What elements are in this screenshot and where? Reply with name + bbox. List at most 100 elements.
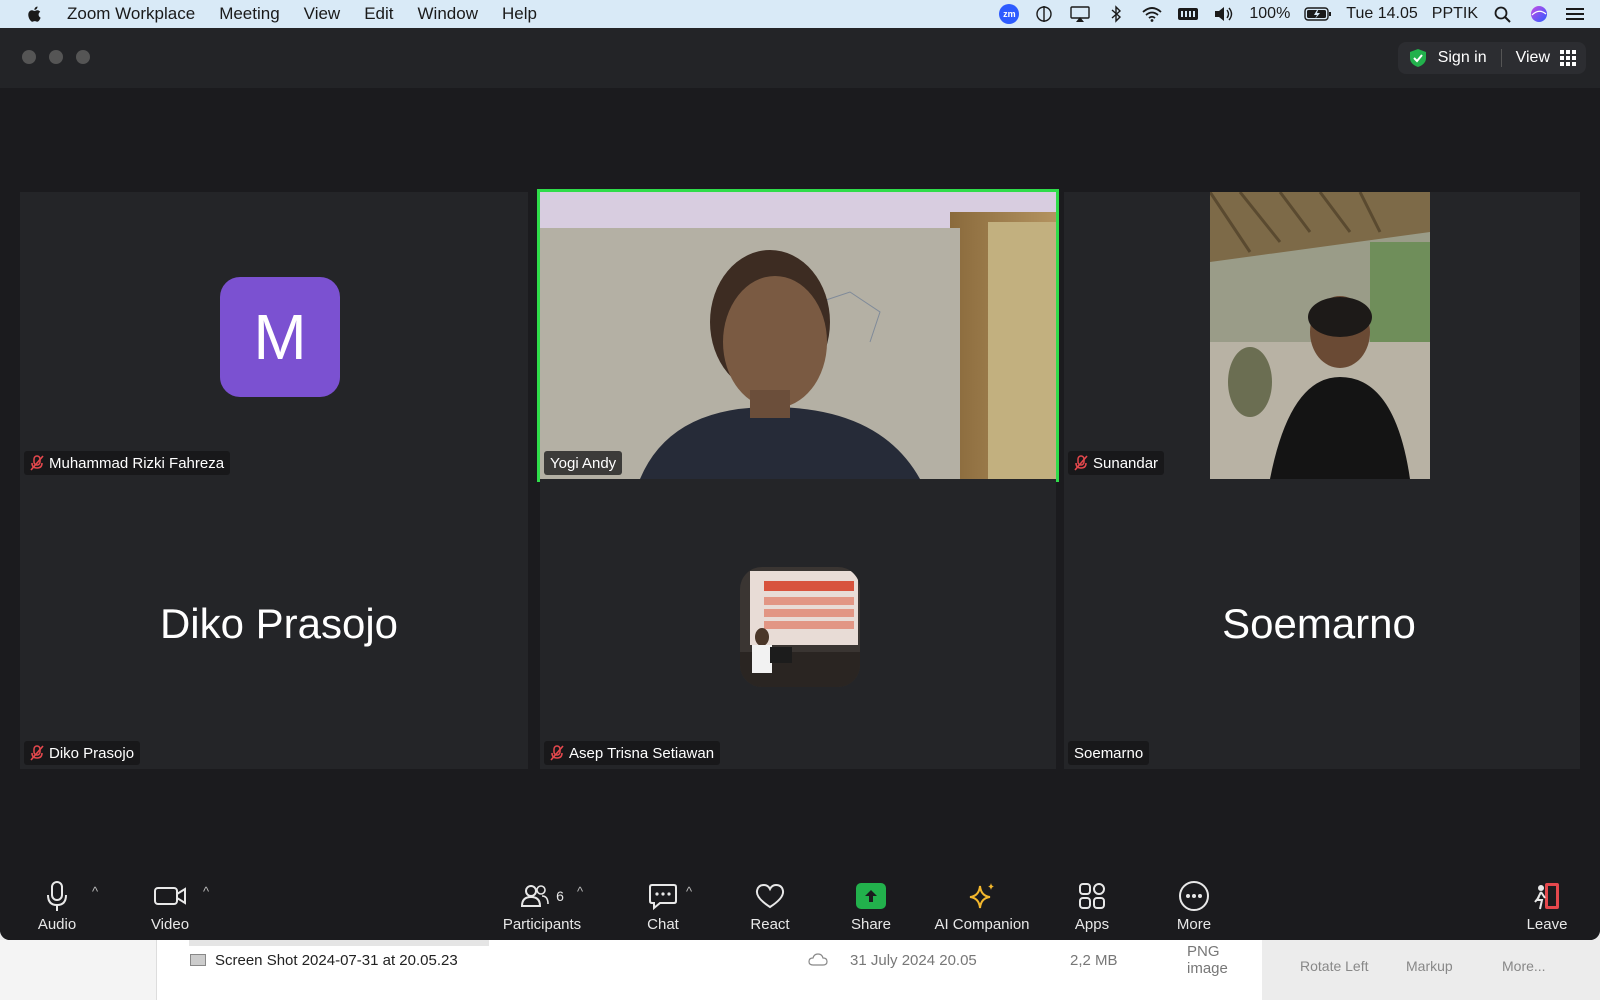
volume-icon[interactable] [1213,5,1235,23]
window-titlebar: Sign in View [0,28,1600,88]
menu-view[interactable]: View [304,4,341,24]
avatar: M [220,277,340,397]
markup-button[interactable]: Markup [1406,958,1453,974]
chat-button[interactable]: Chat [640,878,686,940]
finder-file-row-partial [190,972,1260,1000]
participants-icon [521,885,549,907]
menu-window[interactable]: Window [418,4,478,24]
participant-name-tag: Asep Trisna Setiawan [544,741,721,765]
participant-name-tag: Sunandar [1068,451,1165,475]
chat-label: Chat [647,916,679,933]
meeting-controls-toolbar: Audio ^ Video ^ 6 Participants ^ Chat ^ … [0,878,1600,940]
keyboard-input-icon[interactable] [1177,5,1199,23]
zoom-status-icon[interactable]: zm [999,4,1020,24]
spotlight-search-icon[interactable] [1492,5,1514,23]
more-button[interactable]: More [1170,878,1218,940]
macos-menubar: Zoom Workplace Meeting View Edit Window … [0,0,1600,28]
participant-tile[interactable]: Asep Trisna Setiawan [540,479,1056,769]
video-label: Video [150,916,190,933]
encryption-shield-icon[interactable] [1408,48,1428,68]
image-file-icon [190,954,206,966]
participant-display-name: Diko Prasojo [159,600,399,647]
file-size: 2,2 MB [1070,951,1118,969]
zoom-meeting-window: Sign in View M Muhammad Rizki Fahreza Yo… [0,28,1600,940]
file-date: 31 July 2024 20.05 [850,951,977,969]
more-label: More [1176,916,1212,933]
participant-tile[interactable]: Soemarno Soemarno [1064,479,1580,769]
menu-meeting[interactable]: Meeting [219,4,279,24]
participant-name: Yogi Andy [550,454,617,472]
participant-tile[interactable]: M Muhammad Rizki Fahreza [20,192,528,479]
bluetooth-icon[interactable] [1105,5,1127,23]
signin-view-pill: Sign in View [1397,42,1586,74]
participant-video [1210,192,1430,479]
participant-name-tag: Muhammad Rizki Fahreza [24,451,231,475]
icloud-download-icon[interactable] [808,953,828,967]
control-center-icon[interactable] [1564,5,1586,23]
sign-in-button[interactable]: Sign in [1438,49,1487,67]
view-button[interactable]: View [1516,49,1550,67]
participant-profile-photo [740,567,860,687]
preview-actions-bar: Rotate Left Markup More... [1262,940,1600,1000]
audio-options-caret[interactable]: ^ [92,884,98,899]
chat-options-caret[interactable]: ^ [686,884,692,899]
participant-name-tag: Soemarno [1068,741,1150,765]
battery-icon[interactable] [1304,5,1332,23]
mic-muted-icon [550,745,564,761]
ai-companion-label: AI Companion [934,916,1030,933]
finder-file-row[interactable]: Screen Shot 2024-07-31 at 20.05.23 31 Ju… [190,943,1260,977]
mic-muted-icon [30,455,44,471]
clock[interactable]: Tue 14.05 [1346,5,1417,23]
participant-tile[interactable]: Diko Prasojo Diko Prasojo [20,479,528,769]
react-button[interactable]: React [742,878,798,940]
participant-name-tag: Diko Prasojo [24,741,141,765]
menu-help[interactable]: Help [502,4,537,24]
heart-icon [755,883,785,909]
participant-name: Asep Trisna Setiawan [569,744,715,762]
video-camera-icon [154,887,186,905]
more-actions-button[interactable]: More... [1502,958,1546,974]
wifi-icon[interactable] [1141,5,1163,23]
apps-button[interactable]: Apps [1068,878,1116,940]
participant-name: Sunandar [1093,454,1159,472]
airplay-icon[interactable] [1069,5,1091,23]
zoom-window-button[interactable] [76,50,90,64]
audio-button[interactable]: Audio [32,878,82,940]
participants-label: Participants [502,916,582,933]
chat-bubble-icon [649,884,677,910]
participant-name: Diko Prasojo [49,744,135,762]
ai-companion-button[interactable]: AI Companion [926,878,1038,940]
react-label: React [750,916,790,933]
close-window-button[interactable] [22,50,36,64]
video-options-caret[interactable]: ^ [203,884,209,899]
share-button[interactable]: Share [846,878,896,940]
user-name[interactable]: PPTIK [1432,5,1478,23]
pill-divider [1500,49,1502,67]
participant-tile-active[interactable]: Yogi Andy [537,189,1059,482]
menu-app-name[interactable]: Zoom Workplace [67,4,195,24]
background-finder-window: Screen Shot 2024-07-31 at 20.05.23 31 Ju… [0,936,1600,1000]
sparkle-icon [969,883,994,909]
participants-options-caret[interactable]: ^ [577,884,583,899]
gallery-grid-icon[interactable] [1560,50,1576,66]
mic-muted-icon [30,745,44,761]
battery-percent: 100% [1249,5,1291,22]
apple-icon[interactable] [25,4,45,24]
more-dots-icon [1179,881,1209,911]
microphone-icon [47,881,67,911]
share-label: Share [850,916,892,933]
participant-tile[interactable]: Sunandar [1064,192,1580,479]
tuning-fork-icon[interactable] [1033,5,1055,23]
menubar-status-area: zm 100% Tue 14.05 PPTIK [999,0,1586,28]
apps-label: Apps [1074,916,1110,933]
siri-icon[interactable] [1528,5,1550,23]
participants-count: 6 [556,888,564,904]
rotate-left-button[interactable]: Rotate Left [1300,958,1369,974]
leave-label: Leave [1526,916,1568,933]
leave-button[interactable]: Leave [1522,878,1572,940]
participant-name: Soemarno [1074,744,1144,762]
minimize-window-button[interactable] [49,50,63,64]
file-name: Screen Shot 2024-07-31 at 20.05.23 [215,951,458,969]
video-button[interactable]: Video [140,878,200,940]
menu-edit[interactable]: Edit [364,4,393,24]
